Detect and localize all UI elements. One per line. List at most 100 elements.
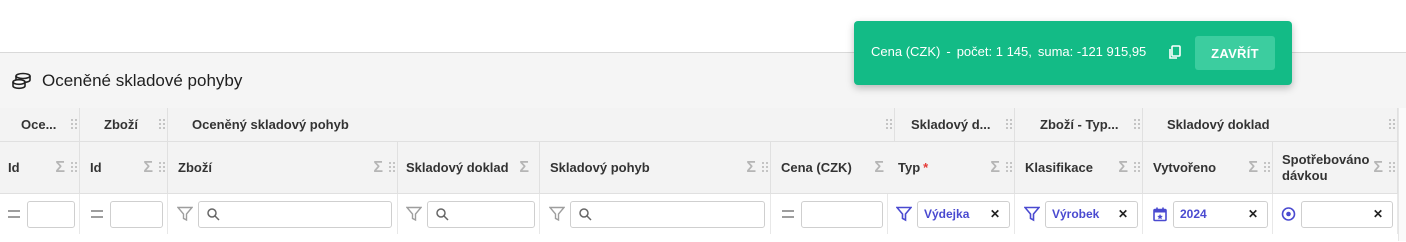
group-header-skladovy-doklad[interactable]: Skladový doklad — [1143, 108, 1398, 142]
clear-icon[interactable]: ✕ — [1118, 207, 1128, 221]
funnel-icon[interactable] — [177, 206, 193, 222]
filter-cell-cena — [771, 194, 888, 234]
equals-icon[interactable] — [91, 210, 103, 218]
drag-handle-icon[interactable] — [1389, 161, 1395, 174]
drag-handle-icon[interactable] — [1264, 161, 1270, 174]
drag-handle-icon[interactable] — [1134, 161, 1140, 174]
summary-toast: Cena (CZK) - počet: 1 145, suma: -121 91… — [854, 21, 1292, 85]
drag-handle-icon[interactable] — [762, 161, 768, 174]
equals-icon[interactable] — [782, 210, 794, 218]
funnel-icon[interactable] — [549, 206, 565, 222]
column-header-typ[interactable]: Typ * Σ — [888, 142, 1015, 194]
clear-icon[interactable]: ✕ — [990, 207, 1000, 221]
column-header-zbozi[interactable]: Zboží Σ — [168, 142, 398, 194]
column-label: Zboží — [178, 160, 212, 175]
funnel-icon[interactable] — [896, 206, 912, 222]
sigma-icon[interactable]: Σ — [990, 159, 1000, 177]
funnel-icon[interactable] — [406, 206, 422, 222]
filter-cell-vytvoreno: 2024 ✕ — [1143, 194, 1273, 234]
search-icon — [579, 207, 592, 221]
column-header-vytvoreno[interactable]: Vytvořeno Σ — [1143, 142, 1273, 194]
filter-input-id[interactable] — [27, 200, 75, 228]
filter-input-zbozi[interactable] — [198, 200, 392, 228]
toast-field: Cena (CZK) — [871, 44, 941, 59]
column-label: Spotřebováno dávkou — [1282, 151, 1370, 183]
search-icon — [436, 207, 449, 221]
filter-input-skladovy-doklad[interactable] — [427, 200, 535, 228]
column-label: Klasifikace — [1025, 160, 1093, 175]
column-header-klasifikace[interactable]: Klasifikace Σ — [1015, 142, 1143, 194]
column-label: Cena (CZK) — [781, 160, 852, 175]
search-icon — [207, 207, 220, 221]
column-label: Typ — [898, 160, 921, 175]
sigma-icon[interactable]: Σ — [874, 159, 884, 177]
page-header: Oceněné skladové pohyby — [12, 69, 242, 93]
filter-input-zbozi-id[interactable] — [110, 200, 163, 228]
filter-select-klasifikace[interactable]: Výrobek ✕ — [1045, 200, 1138, 228]
drag-handle-icon[interactable] — [1006, 118, 1012, 131]
column-header-zbozi-id[interactable]: Id Σ — [80, 142, 168, 194]
drag-handle-icon[interactable] — [1389, 118, 1395, 131]
clear-icon[interactable]: ✕ — [1373, 207, 1383, 221]
column-header-skladovy-pohyb[interactable]: Skladový pohyb Σ — [540, 142, 771, 194]
drag-handle-icon[interactable] — [1134, 118, 1140, 131]
filter-date-vytvoreno[interactable]: 2024 ✕ — [1173, 200, 1268, 228]
filter-cell-klasifikace: Výrobek ✕ — [1015, 194, 1143, 234]
coins-stack-icon — [12, 72, 32, 90]
toast-separator: - — [946, 44, 951, 59]
group-header-oceneni[interactable]: Oce... — [0, 108, 80, 142]
drag-handle-icon[interactable] — [389, 161, 395, 174]
required-mark: * — [923, 160, 929, 175]
close-toast-button[interactable]: ZAVŘÍT — [1195, 36, 1275, 70]
filter-input-cena[interactable] — [801, 200, 883, 228]
sigma-icon[interactable]: Σ — [143, 159, 153, 177]
column-header-spotrebovano[interactable]: Spotřebováno dávkou Σ — [1273, 142, 1398, 194]
filter-cell-skladovy-pohyb — [540, 194, 771, 234]
group-label: Oceněný skladový pohyb — [192, 117, 349, 132]
column-header-skladovy-doklad[interactable]: Skladový doklad Σ — [398, 142, 540, 194]
group-header-oceneny-pohyb[interactable]: Oceněný skladový pohyb — [168, 108, 895, 142]
drag-handle-icon[interactable] — [159, 161, 165, 174]
group-label: Skladový doklad — [1167, 117, 1270, 132]
group-header-skladovy-d[interactable]: Skladový d... — [895, 108, 1015, 142]
group-header-zbozi[interactable]: Zboží — [80, 108, 168, 142]
filter-cell-typ: Výdejka ✕ — [888, 194, 1015, 234]
clear-icon[interactable]: ✕ — [1248, 207, 1258, 221]
copy-icon[interactable] — [1168, 45, 1181, 63]
column-label: Id — [8, 160, 20, 175]
column-label: Vytvořeno — [1153, 160, 1217, 175]
equals-icon[interactable] — [8, 210, 20, 218]
group-header-zbozi-typ[interactable]: Zboží - Typ... — [1015, 108, 1143, 142]
sigma-icon[interactable]: Σ — [1248, 159, 1258, 177]
filter-cell-spotrebovano: ✕ — [1273, 194, 1398, 234]
calendar-icon[interactable] — [1153, 207, 1167, 222]
filter-input-spotrebovano[interactable]: ✕ — [1301, 200, 1393, 228]
filter-select-typ[interactable]: Výdejka ✕ — [917, 200, 1010, 228]
filter-value: Výrobek — [1052, 207, 1100, 221]
drag-handle-icon[interactable] — [886, 118, 892, 131]
column-header-id[interactable]: Id Σ — [0, 142, 80, 194]
sigma-icon[interactable]: Σ — [519, 159, 529, 177]
drag-handle-icon[interactable] — [71, 161, 77, 174]
group-label: Skladový d... — [911, 117, 991, 132]
filter-cell-skladovy-doklad — [398, 194, 540, 234]
column-label: Skladový pohyb — [550, 160, 650, 175]
vertical-scrollbar[interactable] — [1398, 108, 1406, 241]
group-label: Oce... — [21, 117, 57, 132]
column-header-cena[interactable]: Cena (CZK) Σ — [771, 142, 895, 194]
filter-input-skladovy-pohyb[interactable] — [570, 200, 765, 228]
toast-message: Cena (CZK) - počet: 1 145, suma: -121 91… — [871, 44, 1146, 59]
sigma-icon[interactable]: Σ — [746, 159, 756, 177]
sigma-icon[interactable]: Σ — [373, 159, 383, 177]
funnel-icon[interactable] — [1024, 206, 1040, 222]
sigma-icon[interactable]: Σ — [1373, 159, 1383, 177]
drag-handle-icon[interactable] — [1006, 161, 1012, 174]
drag-handle-icon[interactable] — [159, 118, 165, 131]
filter-value: 2024 — [1180, 207, 1207, 221]
toast-count: počet: 1 145, — [956, 44, 1032, 59]
filter-cell-zbozi-id — [80, 194, 168, 234]
sigma-icon[interactable]: Σ — [1118, 159, 1128, 177]
drag-handle-icon[interactable] — [71, 118, 77, 131]
sigma-icon[interactable]: Σ — [55, 159, 65, 177]
radio-target-icon[interactable] — [1281, 207, 1296, 222]
